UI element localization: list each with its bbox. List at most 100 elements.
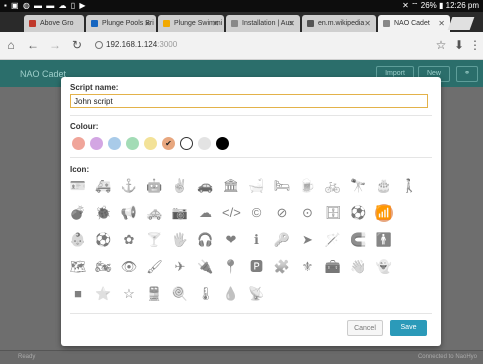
cancel-button[interactable]: Cancel [347,320,383,336]
close-tab-icon[interactable]: ✕ [212,15,219,32]
close-tab-icon[interactable]: ✕ [288,15,295,32]
icon-option[interactable]: ✿ [120,231,138,249]
icon-option[interactable]: 🚆 [146,285,164,303]
browser-tab[interactable]: Installation | Aus ✕ [226,15,300,32]
icon-option[interactable]: ☆ [120,285,138,303]
new-script-dialog: Script name: Colour: ✔ Icon: 🪪 🚑 ⚓ 🤖 ✌ 🚗 🏛 🛁 🛏 🍺 🚲… [61,77,441,346]
icon-option[interactable]: 📍 [222,258,240,276]
icon-option[interactable]: 📢 [120,204,138,222]
icon-option[interactable]: 🐞 [95,204,113,222]
icon-option[interactable]: 🖐 [171,231,189,249]
icon-option[interactable]: 🍸 [146,231,164,249]
icon-option[interactable]: 🗄 [324,204,342,222]
icon-option[interactable]: 🛁 [248,177,266,195]
icon-option[interactable]: 🎧 [197,231,215,249]
back-icon[interactable]: ← [26,38,40,52]
menu-icon[interactable]: ⋮ [468,38,482,52]
colour-label: Colour: [70,122,99,131]
icon-option[interactable]: 🛏 [273,177,291,195]
close-tab-icon[interactable]: ✕ [144,15,151,32]
browser-tab-active[interactable]: NAO Cadet ✕ [378,15,450,32]
icon-option[interactable]: ➤ [299,231,317,249]
icon-option[interactable]: 🔌 [197,258,215,276]
colour-swatch[interactable] [144,137,157,150]
icon-option[interactable]: ⊘ [273,204,291,222]
icon-option[interactable]: 📡 [248,285,266,303]
icon-option[interactable]: 🔑 [273,231,291,249]
close-tab-icon[interactable]: ✕ [364,15,371,32]
icon-option[interactable]: ❤ [222,231,240,249]
icon-option[interactable]: ✌ [171,177,189,195]
icon-option[interactable]: 📷 [171,204,189,222]
reload-icon[interactable]: ↻ [70,38,84,52]
icon-option[interactable]: ℹ [248,231,266,249]
status-icons-right: ✕ ⌔ 26% ▮ 12:26 pm [402,1,479,10]
icon-option[interactable]: ☁ [197,204,215,222]
icon-option[interactable]: ✈ [171,258,189,276]
home-icon[interactable]: ⌂ [4,38,18,52]
browser-toolbar: ⌂ ← → ↻ 192.168.1.124:3000 ☆ ⬇ ⋮ [0,32,483,60]
icon-option[interactable]: ⭐ [95,285,113,303]
icon-option[interactable]: © [248,204,266,222]
script-name-input[interactable] [70,94,428,108]
bookmark-star-icon[interactable]: ☆ [434,38,448,52]
browser-tab[interactable]: en.m.wikipedia ✕ [302,15,376,32]
colour-swatch[interactable] [126,137,139,150]
icon-option[interactable]: 🏍 [95,258,113,276]
icon-option[interactable]: 👋 [350,258,368,276]
icon-option[interactable]: 🧩 [273,258,291,276]
icon-option[interactable]: 🚶 [401,177,419,195]
icon-option[interactable]: 🖌 [146,258,164,276]
icon-option[interactable]: 🤖 [146,177,164,195]
icon-option[interactable]: 🍭 [171,285,189,303]
icon-option[interactable]: 🌡 [197,285,215,303]
icon-option[interactable]: 🧰 [324,258,342,276]
colour-swatch[interactable] [108,137,121,150]
icon-option[interactable]: 🚑 [95,177,113,195]
icon-option[interactable]: ⚽ [350,204,368,222]
icon-option[interactable]: 🍺 [299,177,317,195]
icon-option[interactable]: 👶 [69,231,87,249]
download-icon[interactable]: ⬇ [452,38,466,52]
browser-tab[interactable]: Plunge Swimmi ✕ [158,15,224,32]
icon-option[interactable]: 🚲 [324,177,342,195]
icon-option[interactable]: 👻 [375,258,393,276]
colour-swatch[interactable] [180,137,193,150]
address-bar[interactable]: 192.168.1.124:3000 [106,40,177,49]
forward-icon[interactable]: → [48,38,62,52]
icon-option[interactable]: 💧 [222,285,240,303]
link-icon[interactable]: ⚭ [456,66,478,82]
icon-option[interactable]: 🎂 [375,177,393,195]
icon-option[interactable]: 🪄 [324,231,342,249]
icon-option[interactable]: 🏛 [222,177,240,195]
icon-option[interactable]: 🗺 [69,258,87,276]
favicon-icon [91,20,98,27]
icon-option[interactable]: ⚜ [299,258,317,276]
colour-swatch[interactable] [72,137,85,150]
icon-option[interactable]: 👁 [120,258,138,276]
close-tab-icon[interactable]: ✕ [438,15,445,32]
icon-option[interactable]: 🧲 [350,231,368,249]
browser-tab[interactable]: Above Gro [24,15,84,32]
icon-option[interactable]: 📶 [375,204,393,222]
icon-option[interactable]: ■ [69,285,87,303]
icon-option[interactable]: 🅿 [248,258,266,276]
icon-option[interactable]: ⚽ [95,231,113,249]
colour-swatch[interactable]: ✔ [162,137,175,150]
icon-option[interactable]: 🔭 [350,177,368,195]
icon-option[interactable]: 🚗 [197,177,215,195]
new-tab-button[interactable] [447,17,475,30]
icon-option[interactable]: 🚕 [146,204,164,222]
icon-option[interactable]: </> [222,204,241,222]
icon-option[interactable]: ⚓ [120,177,138,195]
icon-option[interactable]: ⊙ [299,204,317,222]
save-button[interactable]: Save [390,320,427,336]
icon-option[interactable]: 🚹 [375,231,393,249]
icon-option[interactable]: 💣 [69,204,87,222]
colour-swatch[interactable] [198,137,211,150]
site-info-icon[interactable] [95,41,103,49]
icon-option[interactable]: 🪪 [69,177,87,195]
browser-tab[interactable]: Plunge Pools Bri ✕ [86,15,156,32]
colour-swatch[interactable] [216,137,229,150]
colour-swatch[interactable] [90,137,103,150]
